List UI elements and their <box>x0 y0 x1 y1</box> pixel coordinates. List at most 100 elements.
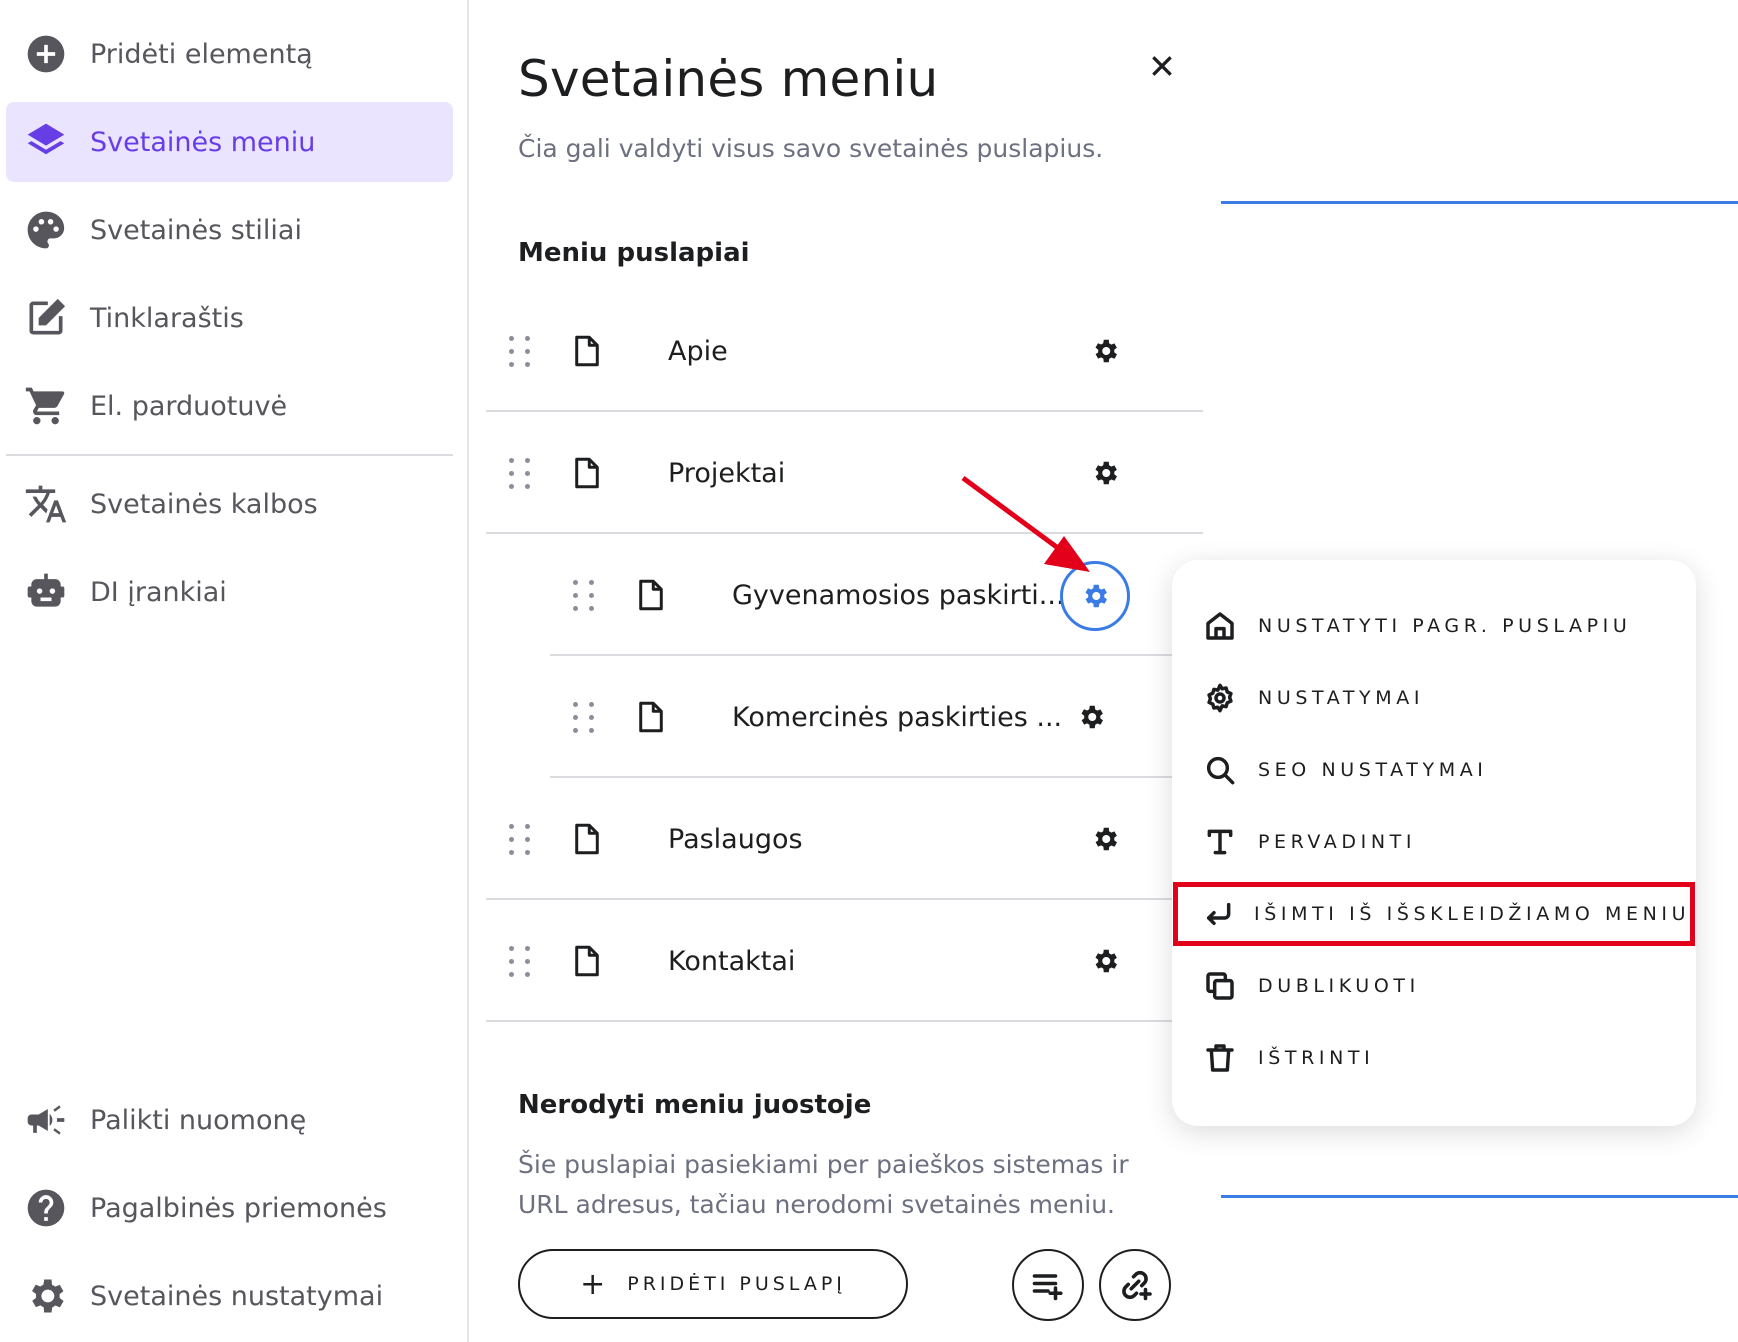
menu-item-seo-settings[interactable]: SEO NUSTATYMAI <box>1202 740 1672 800</box>
add-link-button[interactable] <box>1099 1249 1171 1321</box>
page-row-contacts[interactable]: Kontaktai <box>486 900 1203 1022</box>
gear-icon <box>1095 949 1117 973</box>
gear-icon <box>1202 680 1238 716</box>
page-name: Komercinės paskirties ... <box>732 701 1062 733</box>
page-row-commercial[interactable]: Komercinės paskirties ... <box>550 656 1203 778</box>
panel-subtitle: Čia gali valdyti visus savo svetainės pu… <box>518 134 1104 163</box>
menu-pages-heading: Meniu puslapiai <box>518 238 750 268</box>
sidebar-item-label: Pridėti elementą <box>90 38 313 70</box>
duplicate-icon <box>1202 968 1238 1004</box>
home-icon <box>1202 608 1238 644</box>
sidebar-divider <box>6 454 453 456</box>
sidebar-item-feedback[interactable]: Palikti nuomonę <box>6 1080 453 1160</box>
page-row-about[interactable]: Apie <box>486 290 1203 412</box>
canvas-section-border <box>1221 1195 1738 1198</box>
menu-item-label: DUBLIKUOTI <box>1258 975 1420 997</box>
sidebar-item-website-menu[interactable]: Svetainės meniu <box>6 102 453 182</box>
drag-handle-icon[interactable] <box>570 575 598 615</box>
page-icon <box>570 821 604 857</box>
page-row-services[interactable]: Paslaugos <box>486 778 1203 900</box>
add-page-label: PRIDĖTI PUSLAPĮ <box>627 1273 846 1295</box>
menu-item-label: SEO NUSTATYMAI <box>1258 759 1488 781</box>
sidebar-item-label: DI įrankiai <box>90 576 227 608</box>
sidebar-item-blog[interactable]: Tinklaraštis <box>6 278 453 358</box>
drag-handle-icon[interactable] <box>506 819 534 859</box>
menu-item-set-homepage[interactable]: NUSTATYTI PAGR. PUSLAPIU <box>1202 596 1672 656</box>
hidden-pages-heading: Nerodyti meniu juostoje <box>518 1090 872 1120</box>
palette-icon <box>22 206 70 254</box>
search-icon <box>1202 752 1238 788</box>
page-context-menu: NUSTATYTI PAGR. PUSLAPIU NUSTATYMAI SEO … <box>1172 560 1696 1126</box>
gear-icon <box>1081 705 1103 729</box>
page-settings-button[interactable] <box>1074 808 1136 870</box>
menu-item-settings[interactable]: NUSTATYMAI <box>1202 668 1672 728</box>
page-settings-button[interactable] <box>1060 686 1122 748</box>
gear-icon <box>22 1272 70 1320</box>
help-icon <box>22 1184 70 1232</box>
page-settings-button[interactable] <box>1074 320 1136 382</box>
page-icon <box>634 699 668 735</box>
edit-icon <box>22 294 70 342</box>
page-settings-button[interactable] <box>1074 442 1136 504</box>
menu-item-label: NUSTATYMAI <box>1258 687 1425 709</box>
canvas-section-border <box>1221 201 1738 204</box>
sidebar-item-languages[interactable]: Svetainės kalbos <box>6 464 453 544</box>
add-page-button[interactable]: + PRIDĖTI PUSLAPĮ <box>518 1249 908 1319</box>
page-icon <box>570 943 604 979</box>
sidebar-item-help[interactable]: Pagalbinės priemonės <box>6 1168 453 1248</box>
sidebar-item-website-settings[interactable]: Svetainės nustatymai <box>6 1256 453 1336</box>
sidebar-item-label: Svetainės kalbos <box>90 488 318 520</box>
panel-title: Svetainės meniu <box>518 50 939 108</box>
close-button[interactable] <box>1140 44 1184 88</box>
gear-icon <box>1095 461 1117 485</box>
page-name: Gyvenamosios paskirti... <box>732 579 1062 611</box>
page-icon <box>570 455 604 491</box>
add-circle-icon <box>22 30 70 78</box>
page-settings-button[interactable] <box>1074 930 1136 992</box>
trash-icon <box>1202 1040 1238 1076</box>
page-name: Apie <box>668 335 728 367</box>
sidebar-item-label: Svetainės stiliai <box>90 214 302 246</box>
gear-icon <box>1095 827 1117 851</box>
drag-handle-icon[interactable] <box>506 941 534 981</box>
sidebar-item-eshop[interactable]: El. parduotuvė <box>6 366 453 446</box>
megaphone-icon <box>22 1096 70 1144</box>
menu-item-label: IŠIMTI IŠ IŠSKLEIDŽIAMO MENIU <box>1254 903 1691 925</box>
sidebar-item-label: Svetainės nustatymai <box>90 1280 384 1312</box>
page-row-projects[interactable]: Projektai <box>486 412 1203 534</box>
sidebar-item-label: Palikti nuomonę <box>90 1104 307 1136</box>
page-icon <box>634 577 668 613</box>
cart-icon <box>22 382 70 430</box>
menu-item-delete[interactable]: IŠTRINTI <box>1202 1028 1672 1088</box>
page-settings-button-active[interactable] <box>1060 561 1130 631</box>
sidebar-item-add-element[interactable]: Pridėti elementą <box>6 14 453 94</box>
drag-handle-icon[interactable] <box>506 453 534 493</box>
text-icon <box>1202 824 1238 860</box>
translate-icon <box>22 480 70 528</box>
return-arrow-icon <box>1202 896 1234 932</box>
menu-item-duplicate[interactable]: DUBLIKUOTI <box>1202 956 1672 1016</box>
sidebar-item-ai-tools[interactable]: DI įrankiai <box>6 552 453 632</box>
close-icon <box>1152 56 1172 76</box>
drag-handle-icon[interactable] <box>570 697 598 737</box>
robot-icon <box>22 568 70 616</box>
drag-handle-icon[interactable] <box>506 331 534 371</box>
sidebar-item-label: El. parduotuvė <box>90 390 288 422</box>
page-name: Paslaugos <box>668 823 803 855</box>
website-menu-panel: Svetainės meniu Čia gali valdyti visus s… <box>471 0 1221 1342</box>
sidebar-item-label: Pagalbinės priemonės <box>90 1192 387 1224</box>
menu-item-label: PERVADINTI <box>1258 831 1417 853</box>
add-dropdown-button[interactable] <box>1012 1249 1084 1321</box>
sidebar-item-website-styles[interactable]: Svetainės stiliai <box>6 190 453 270</box>
sidebar-item-label: Svetainės meniu <box>90 126 316 158</box>
page-icon <box>570 333 604 369</box>
page-row-residential[interactable]: Gyvenamosios paskirti... <box>550 534 1203 656</box>
list-add-icon <box>1032 1274 1063 1301</box>
menu-item-remove-from-dropdown[interactable]: IŠIMTI IŠ IŠSKLEIDŽIAMO MENIU <box>1202 884 1686 944</box>
menu-item-rename[interactable]: PERVADINTI <box>1202 812 1672 872</box>
gear-icon <box>1085 584 1107 608</box>
sidebar-item-label: Tinklaraštis <box>90 302 244 334</box>
layers-icon <box>22 118 70 166</box>
page-name: Projektai <box>668 457 786 489</box>
sidebar: Pridėti elementą Svetainės meniu Svetain… <box>0 0 469 1342</box>
